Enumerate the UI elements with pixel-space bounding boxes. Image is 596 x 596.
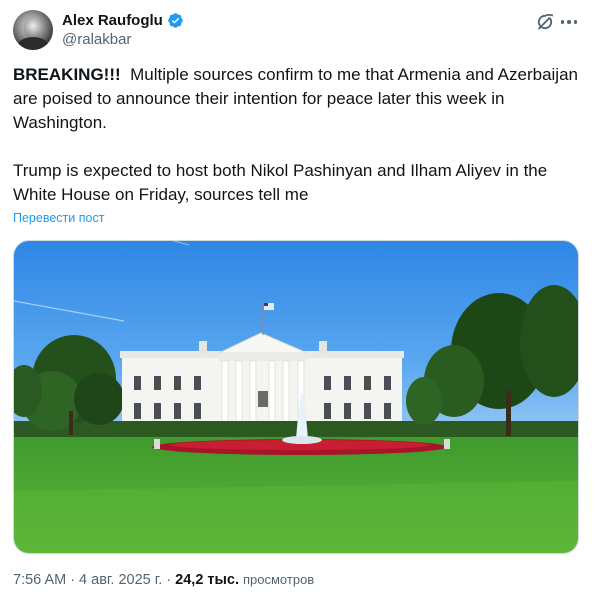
tweet-text: BREAKING!!! Multiple sources confirm to …	[13, 63, 585, 207]
avatar-body	[17, 37, 49, 50]
grok-icon[interactable]	[535, 12, 555, 32]
tweet-time[interactable]: 7:56 AM	[13, 572, 66, 588]
verified-badge-icon[interactable]	[167, 12, 184, 29]
tweet-paragraph-1: BREAKING!!! Multiple sources confirm to …	[13, 63, 585, 135]
avatar[interactable]	[13, 10, 53, 50]
white-house-photo	[14, 241, 578, 553]
tweet-paragraph-2: Trump is expected to host both Nikol Pas…	[13, 161, 548, 204]
more-dot	[573, 20, 578, 24]
tweet: Alex Raufoglu @ralakbar BREAKING!!! Mult…	[0, 0, 596, 596]
tweet-date[interactable]: 4 авг. 2025 г.	[79, 572, 162, 588]
meta-separator: ·	[70, 572, 76, 588]
tweet-media[interactable]	[13, 240, 579, 554]
more-dot	[560, 20, 565, 24]
meta-separator: ·	[166, 572, 172, 588]
more-options-icon[interactable]	[558, 12, 580, 32]
breaking-label: BREAKING!!!	[13, 65, 121, 84]
author-display-name[interactable]: Alex Raufoglu	[62, 12, 163, 29]
author-name-row: Alex Raufoglu	[62, 10, 184, 30]
avatar-face	[24, 17, 42, 39]
more-dot	[567, 20, 571, 24]
views-count: 24,2 тыс.	[175, 572, 239, 588]
author-handle[interactable]: @ralakbar	[62, 31, 131, 48]
translate-post-link[interactable]: Перевести пост	[13, 211, 104, 225]
tweet-meta: 7:56 AM · 4 авг. 2025 г. · 24,2 тыс. про…	[13, 572, 314, 588]
views-label: просмотров	[243, 572, 315, 587]
